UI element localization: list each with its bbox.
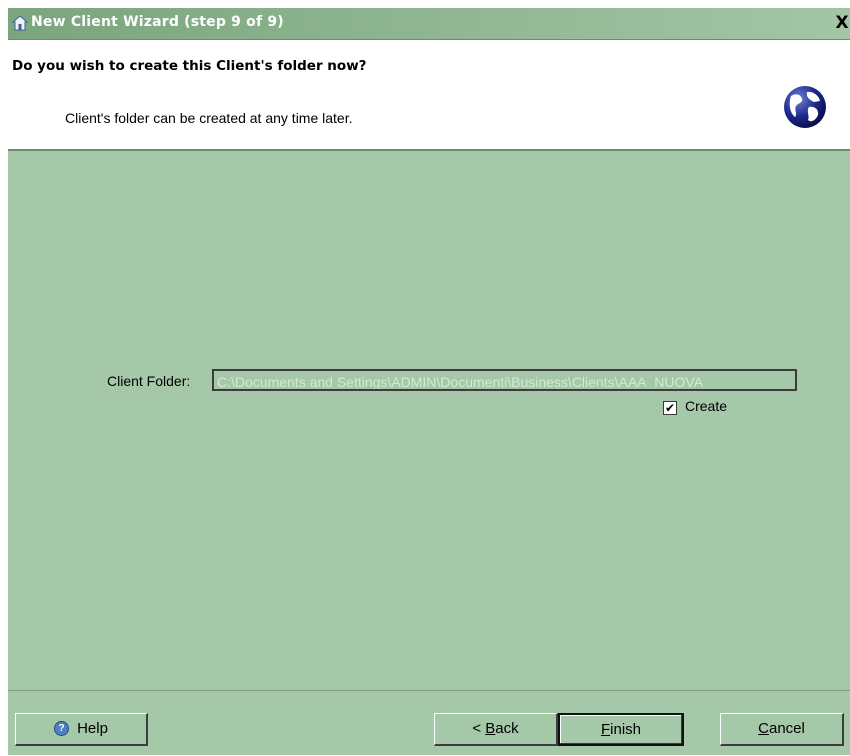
back-button[interactable]: < Back [434, 713, 558, 746]
help-icon: ? [54, 720, 70, 736]
client-folder-label: Client Folder: [107, 373, 191, 389]
cancel-button[interactable]: Cancel [720, 713, 844, 746]
app-icon [12, 15, 28, 31]
help-button-label: Help [77, 720, 108, 737]
cancel-label: ancel [768, 720, 805, 737]
globe-icon [784, 86, 826, 128]
wizard-window: New Client Wizard (step 9 of 9) X Do you… [8, 8, 850, 755]
back-arrow: < [472, 720, 486, 737]
title-bar[interactable]: New Client Wizard (step 9 of 9) X [8, 8, 850, 40]
help-button[interactable]: ? Help [15, 713, 148, 746]
wizard-header: Do you wish to create this Client's fold… [8, 40, 850, 151]
step-question: Do you wish to create this Client's fold… [12, 58, 367, 74]
finish-label: inish [610, 721, 642, 738]
finish-mnemonic: F [600, 721, 611, 738]
close-button[interactable]: X [832, 12, 850, 34]
client-folder-field[interactable]: C:\Documents and Settings\ADMIN\Document… [212, 369, 797, 391]
back-mnemonic: B [485, 720, 496, 737]
create-checkbox-label[interactable]: Create [685, 398, 727, 414]
step-subtitle: Client's folder can be created at any ti… [65, 110, 353, 126]
finish-button[interactable]: Finish [558, 713, 684, 746]
back-label: ack [495, 720, 519, 737]
button-bar: ? Help < Back Finish Cancel [8, 690, 850, 756]
create-checkbox[interactable]: ✔ [663, 401, 677, 415]
wizard-content: Client Folder: C:\Documents and Settings… [8, 151, 850, 691]
window-title: New Client Wizard (step 9 of 9) [31, 14, 284, 30]
close-icon: X [835, 13, 849, 33]
checkmark-icon: ✔ [664, 401, 676, 415]
cancel-mnemonic: C [758, 720, 769, 737]
